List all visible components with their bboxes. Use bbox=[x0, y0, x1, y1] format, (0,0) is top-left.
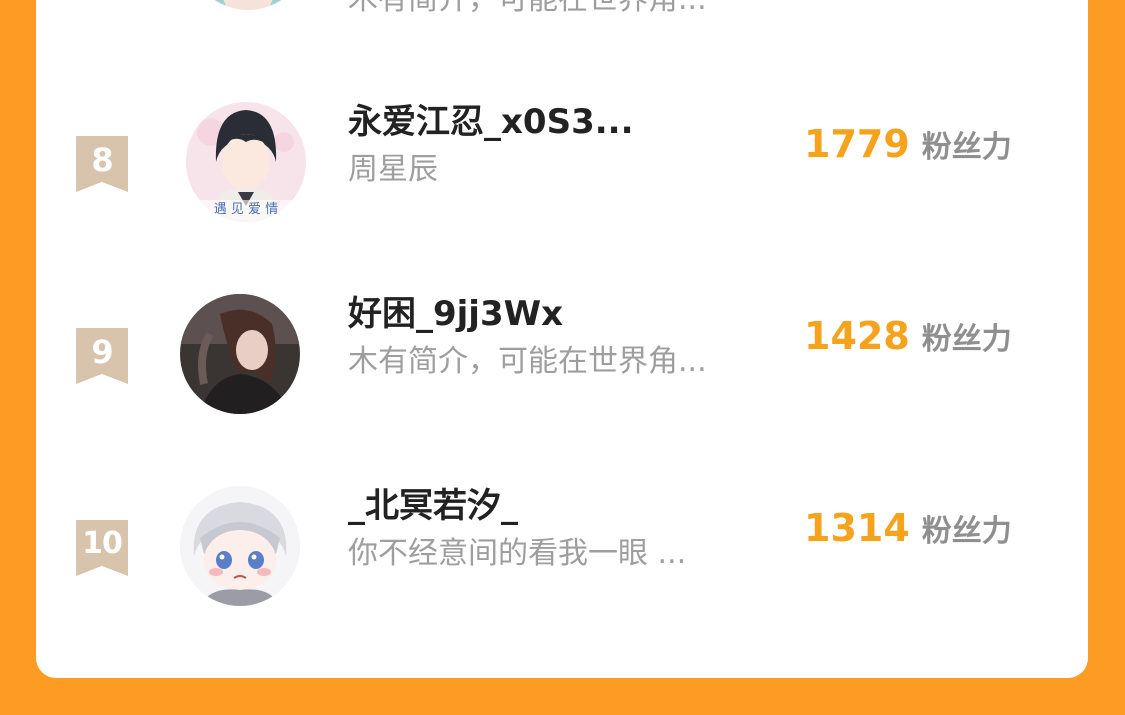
fans-power: 1428 粉丝力 bbox=[804, 314, 1012, 366]
fans-label: 粉丝力 bbox=[921, 514, 1012, 549]
rank-number: 10 bbox=[82, 526, 123, 561]
avatar[interactable] bbox=[180, 294, 300, 414]
rank-badge: 8 bbox=[76, 136, 128, 192]
rank-badge: 9 bbox=[76, 328, 128, 384]
user-name[interactable]: 好困_9jj3Wx bbox=[348, 294, 563, 334]
fans-count: 1428 bbox=[804, 314, 910, 358]
fans-count: 1779 bbox=[804, 122, 910, 166]
user-bio: 木有简介，可能在世界角... bbox=[348, 344, 707, 379]
list-item[interactable]: 9 好困_9jj3Wx 木有简介，可能在世界角... 1428 粉丝力 bbox=[36, 274, 1088, 424]
user-bio: 你不经意间的看我一眼 ... bbox=[348, 536, 687, 571]
fans-label: 粉丝力 bbox=[921, 130, 1012, 165]
avatar[interactable] bbox=[180, 486, 300, 606]
list-item-partial[interactable]: 木有简介，可能在世界角... bbox=[36, 0, 1088, 40]
ranking-card: 木有简介，可能在世界角... 8 遇 见 爱 情 永爱江忍_x0S3.. bbox=[36, 0, 1088, 678]
fans-label: 粉丝力 bbox=[921, 322, 1012, 357]
avatar[interactable] bbox=[188, 0, 308, 10]
avatar-caption: 遇 见 爱 情 bbox=[213, 202, 279, 217]
user-name[interactable]: 永爱江忍_x0S3... bbox=[348, 102, 633, 142]
rank-number: 8 bbox=[91, 141, 113, 179]
user-bio: 木有简介，可能在世界角... bbox=[348, 0, 707, 18]
user-name[interactable]: _北冥若汐_ bbox=[348, 486, 518, 526]
avatar[interactable]: 遇 见 爱 情 bbox=[186, 102, 306, 222]
user-bio: 周星辰 bbox=[348, 152, 438, 187]
list-item[interactable]: 8 遇 见 爱 情 永爱江忍_x0S3... 周星辰 1779 粉丝力 bbox=[36, 82, 1088, 232]
rank-badge: 10 bbox=[76, 520, 128, 576]
fans-power: 1314 粉丝力 bbox=[804, 506, 1012, 558]
list-item[interactable]: 10 _北冥若汐_ 你不经意间的看我一眼 ... 1314 粉丝力 bbox=[36, 466, 1088, 616]
fans-count: 1314 bbox=[804, 506, 910, 550]
rank-number: 9 bbox=[91, 333, 113, 371]
fans-power: 1779 粉丝力 bbox=[804, 122, 1012, 174]
